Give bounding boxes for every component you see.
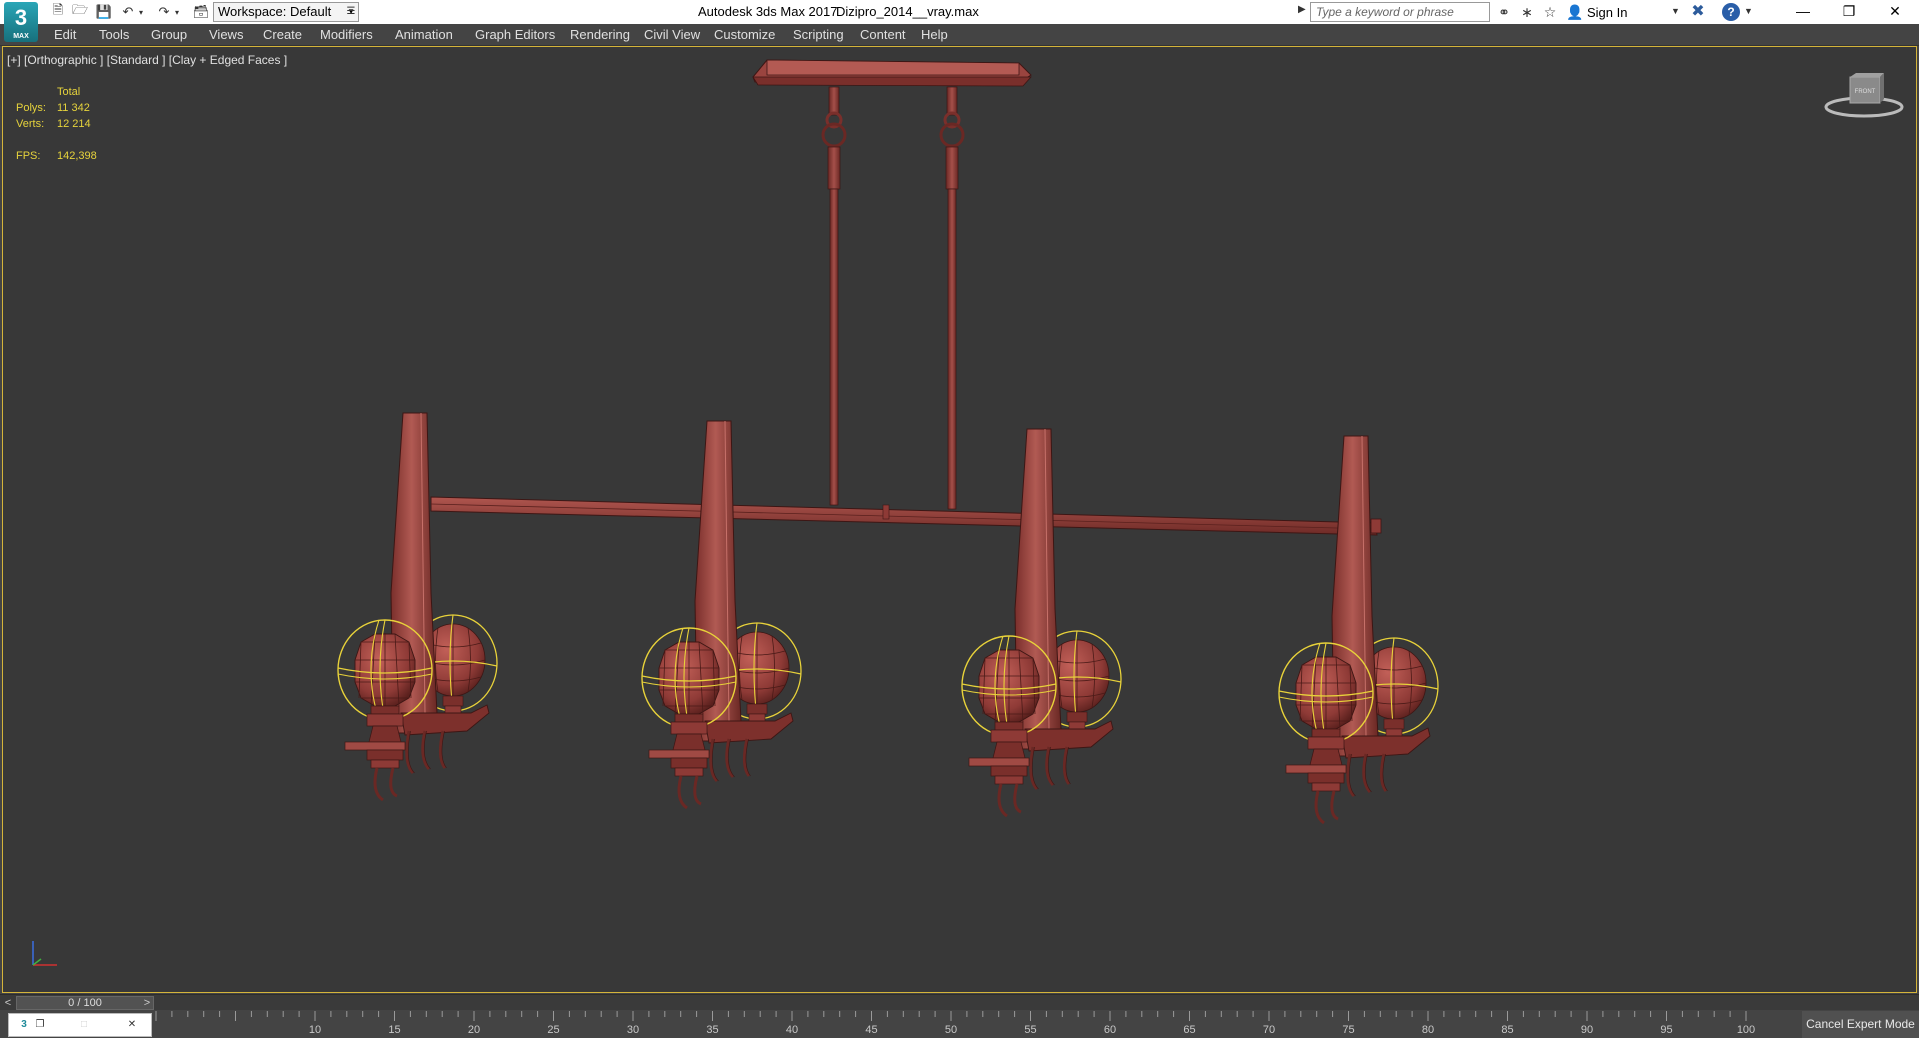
stats-verts-value: 12 214	[57, 118, 91, 130]
menu-modifiers[interactable]: Modifiers	[320, 27, 373, 42]
menu-edit[interactable]: Edit	[54, 27, 76, 42]
time-slider-prev-button[interactable]: <	[2, 996, 14, 1010]
open-file-icon[interactable]: 🗁	[70, 2, 90, 21]
frame-tick-label: 55	[1024, 1024, 1036, 1036]
save-file-icon[interactable]: 💾	[94, 3, 114, 21]
app-title: Autodesk 3ds Max 2017	[698, 4, 838, 19]
axis-tripod-icon	[32, 941, 57, 966]
restore-icon[interactable]: ❐	[1826, 0, 1872, 24]
frame-tick-label: 95	[1660, 1024, 1672, 1036]
search-input[interactable]: Type a keyword or phrase	[1310, 2, 1490, 22]
viewcube-icon[interactable]: FRONT	[1824, 71, 1904, 121]
stats-total-label: Total	[57, 86, 81, 98]
frame-tick-label: 25	[547, 1024, 559, 1036]
frame-tick-label: 50	[945, 1024, 957, 1036]
viewcube-front-label: FRONT	[1855, 89, 1876, 95]
frame-ruler[interactable]: 10 15 20 25 30 35 40 45 50 55 60 65 70 75 80 85 90 95 100	[154, 1011, 1802, 1038]
exchange-apps-icon[interactable]: ✖	[1688, 2, 1708, 22]
menu-content[interactable]: Content	[860, 27, 906, 42]
frame-tick-label: 75	[1342, 1024, 1354, 1036]
menu-rendering[interactable]: Rendering	[570, 27, 630, 42]
menu-group[interactable]: Group	[151, 27, 187, 42]
redo-icon[interactable]: ↷	[154, 3, 174, 21]
app-logo-text: 3	[14, 5, 28, 30]
menu-customize[interactable]: Customize	[714, 27, 775, 42]
project-folder-icon[interactable]: 🗃	[191, 3, 211, 21]
right-rod	[939, 86, 965, 510]
frame-tick-label: 90	[1581, 1024, 1593, 1036]
app-logo-button[interactable]: 3 MAX	[4, 2, 38, 42]
menu-help[interactable]: Help	[921, 27, 948, 42]
binoculars-icon[interactable]: ⚭	[1494, 3, 1514, 21]
close-icon[interactable]: ✕	[1872, 0, 1918, 24]
menu-create[interactable]: Create	[263, 27, 302, 42]
undo-icon[interactable]: ↶	[118, 3, 138, 21]
frame-tick-label: 30	[627, 1024, 639, 1036]
search-expand-icon[interactable]: ▶	[1298, 4, 1306, 15]
frame-tick-label: 10	[309, 1024, 321, 1036]
cancel-expert-mode-button[interactable]: Cancel Expert Mode	[1802, 1011, 1919, 1038]
help-icon[interactable]: ?	[1722, 3, 1740, 21]
favorites-star-icon[interactable]: ☆	[1540, 3, 1560, 21]
frame-tick-label: 100	[1737, 1024, 1755, 1036]
menu-civil-view[interactable]: Civil View	[644, 27, 700, 42]
sign-in-dropdown-icon[interactable]: ▼	[1671, 6, 1680, 16]
frame-tick-label: 70	[1263, 1024, 1275, 1036]
frame-tick-label: 15	[388, 1024, 400, 1036]
frame-tick-label: 65	[1183, 1024, 1195, 1036]
time-slider[interactable]: < 0 / 100 >	[0, 994, 1919, 1010]
menu-tools[interactable]: Tools	[99, 27, 129, 42]
new-scene-icon[interactable]: 🗎	[48, 2, 68, 21]
customize-toolbar-icon[interactable]: ☰	[344, 3, 358, 21]
chandelier-model[interactable]	[3, 47, 1917, 993]
frame-tick-label: 60	[1104, 1024, 1116, 1036]
user-icon[interactable]: 👤	[1565, 3, 1585, 21]
track-bar: 3 ❐ □ ✕ 10 15 20 25 30 35 40 45 50 55 60 65 70 75 80 85…	[0, 1011, 1919, 1038]
file-name: Dizipro_2014__vray.max	[836, 4, 979, 19]
mini-curve-editor-panel[interactable]: 3 ❐ □ ✕	[8, 1013, 152, 1037]
title-bar: 3 MAX 🗎 🗁 💾 ↶ ▾ ↷ ▾ 🗃 Workspace: Default ▼…	[0, 0, 1919, 42]
workspace-dropdown[interactable]: Workspace: Default ▼	[213, 2, 359, 22]
subscription-icon[interactable]: ∗	[1517, 3, 1537, 21]
time-slider-thumb[interactable]: 0 / 100	[16, 996, 154, 1010]
frame-tick-label: 20	[468, 1024, 480, 1036]
viewport-label-menu[interactable]: [+] [Orthographic ] [Standard ] [Clay + …	[7, 53, 287, 67]
menu-scripting[interactable]: Scripting	[793, 27, 844, 42]
time-slider-next-button[interactable]: >	[141, 996, 153, 1010]
panel-square-icon[interactable]: □	[77, 1018, 91, 1032]
menu-animation[interactable]: Animation	[395, 27, 453, 42]
frame-tick-label: 85	[1501, 1024, 1513, 1036]
frame-tick-label: 40	[786, 1024, 798, 1036]
help-dropdown-icon[interactable]: ▼	[1744, 6, 1753, 16]
undo-dropdown-icon[interactable]: ▾	[136, 3, 146, 21]
minimize-icon[interactable]: —	[1780, 0, 1826, 24]
frame-tick-label: 35	[706, 1024, 718, 1036]
stats-fps-value: 142,398	[57, 150, 97, 162]
app-logo-subtext: MAX	[13, 33, 29, 40]
stats-polys-value: 11 342	[57, 102, 90, 114]
stats-polys-label: Polys:	[16, 102, 46, 114]
frame-tick-label: 80	[1422, 1024, 1434, 1036]
orthographic-viewport[interactable]: [+] [Orthographic ] [Standard ] [Clay + …	[2, 46, 1917, 993]
restore-panel-icon[interactable]: ❐	[33, 1018, 47, 1032]
menu-bar: Edit Tools Group Views Create Modifiers …	[0, 24, 1919, 46]
stats-verts-label: Verts:	[16, 118, 45, 130]
redo-dropdown-icon[interactable]: ▾	[172, 3, 182, 21]
frame-tick-label: 45	[865, 1024, 877, 1036]
max-script-icon[interactable]: 3	[17, 1018, 31, 1032]
workspace-label: Workspace: Default	[218, 4, 332, 19]
menu-graph-editors[interactable]: Graph Editors	[475, 27, 555, 42]
panel-close-icon[interactable]: ✕	[125, 1018, 139, 1032]
menu-views[interactable]: Views	[209, 27, 243, 42]
sign-in-link[interactable]: Sign In	[1587, 5, 1627, 20]
left-rod	[821, 86, 847, 506]
stats-fps-label: FPS:	[16, 150, 41, 162]
